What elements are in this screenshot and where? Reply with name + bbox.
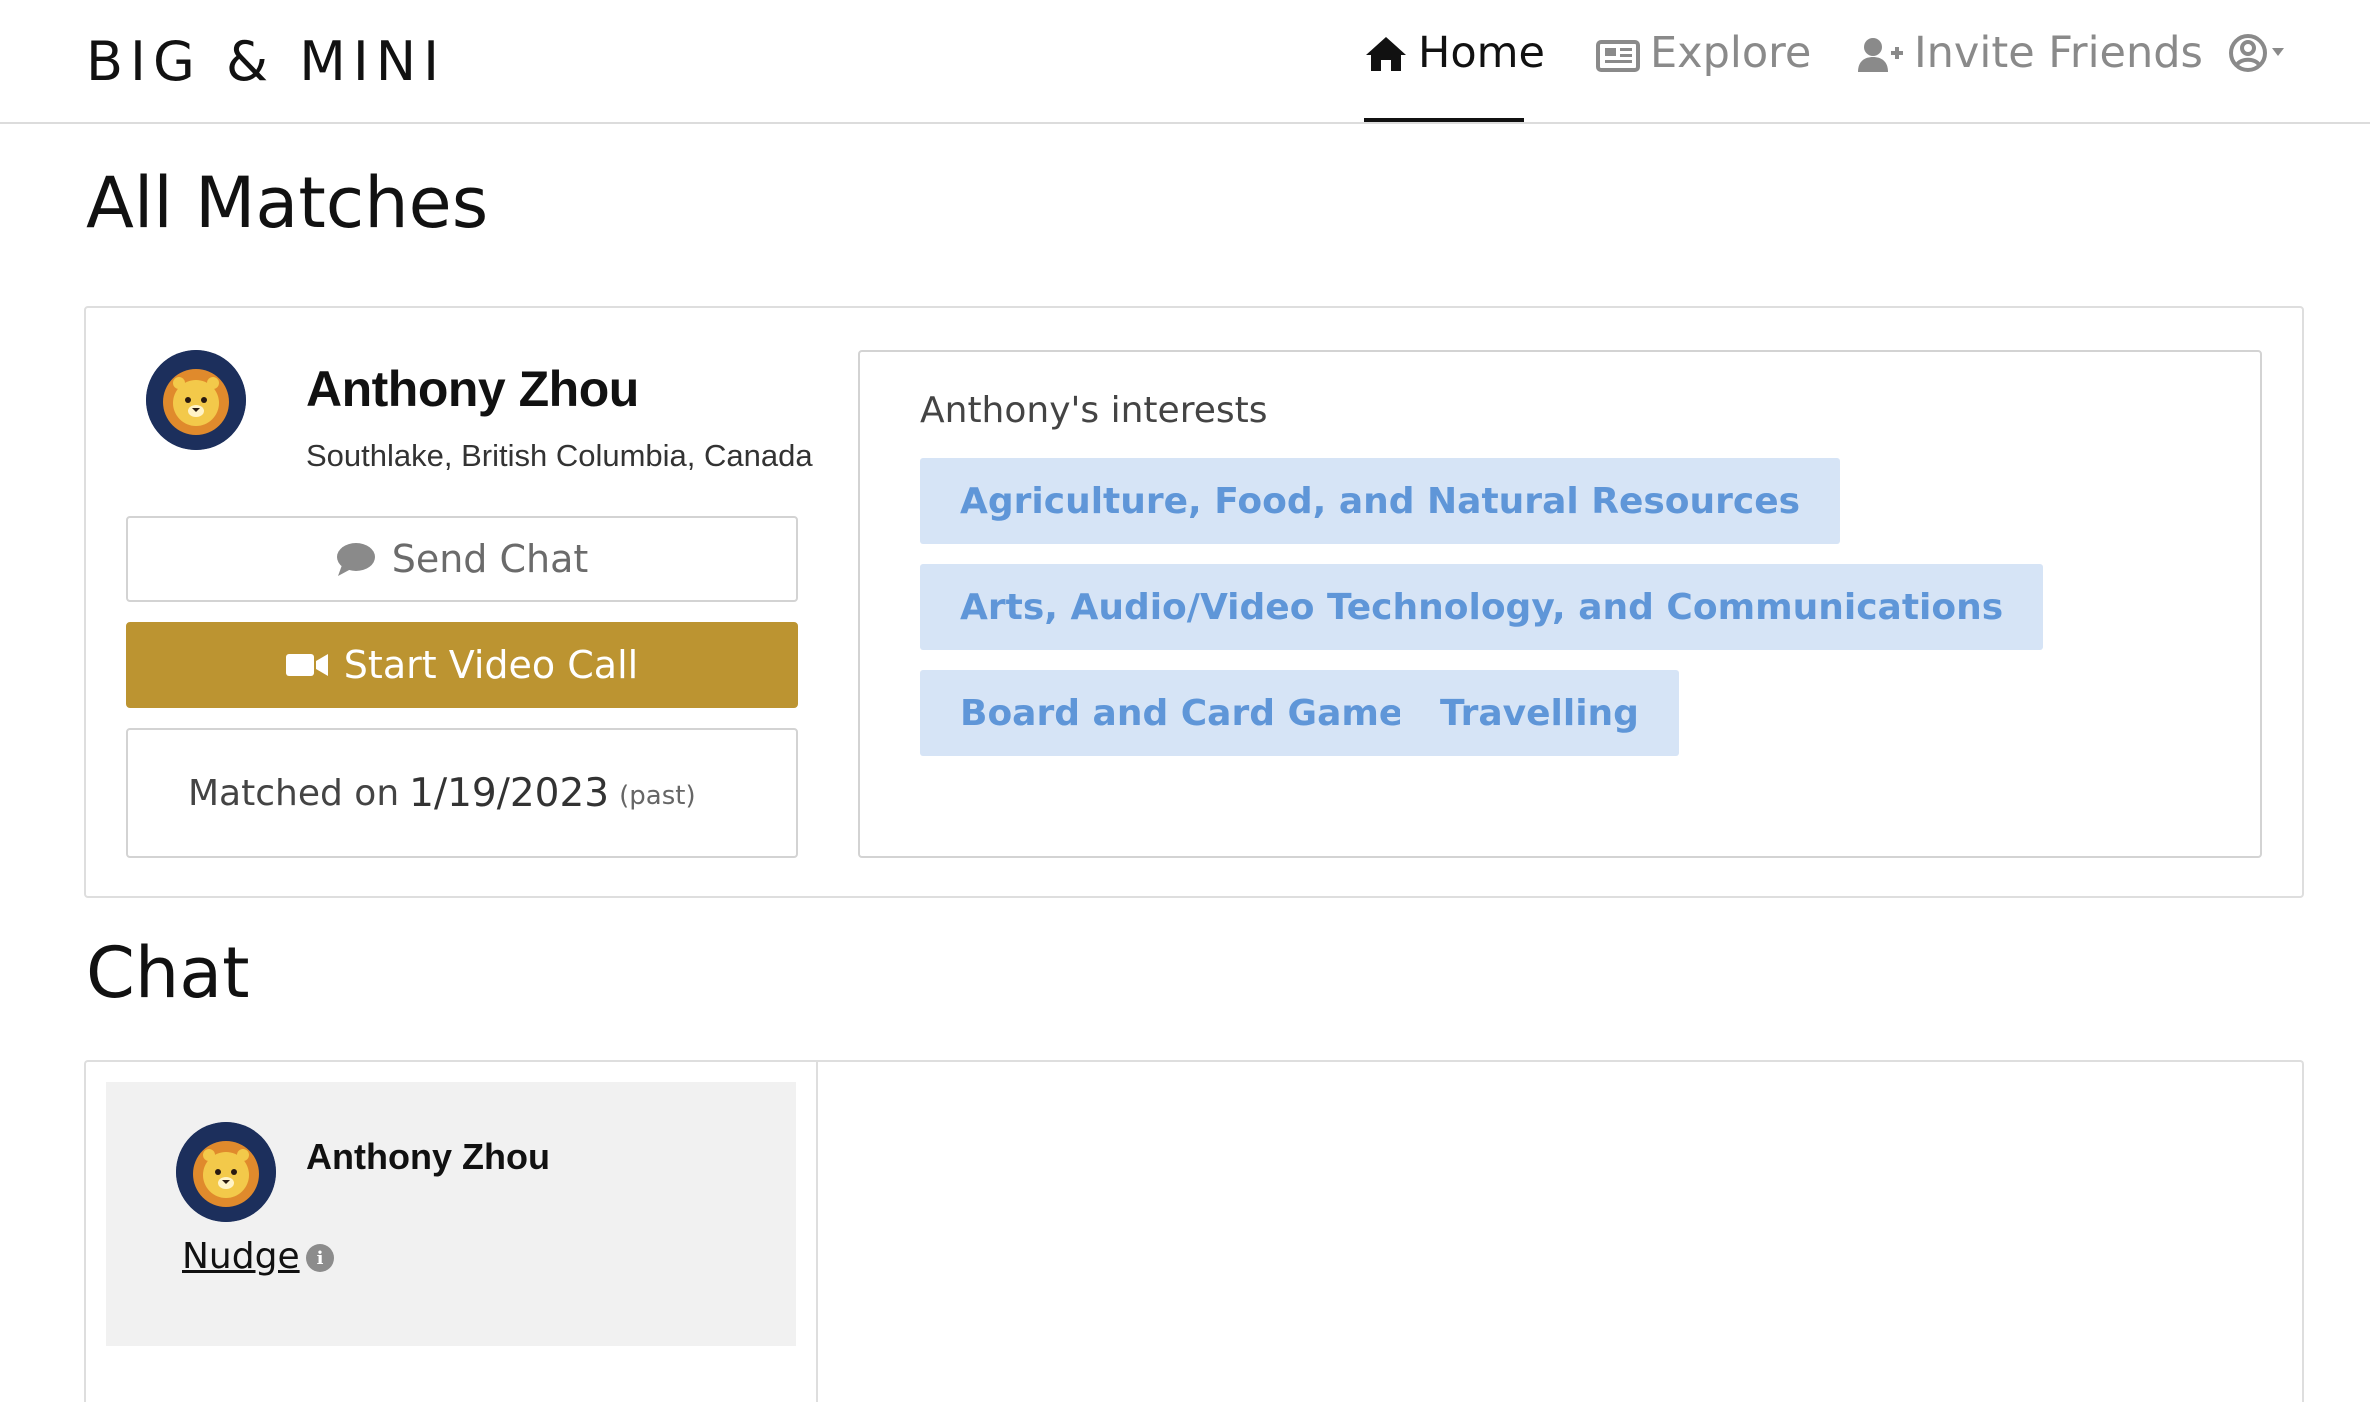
matched-date-info: Matched on 1/19/2023 (past) [126, 728, 798, 858]
chat-panel: Anthony Zhou Nudge i [84, 1060, 2304, 1402]
info-icon[interactable]: i [306, 1244, 334, 1272]
nav-home-label: Home [1418, 28, 1545, 78]
match-name[interactable]: Anthony Zhou [306, 360, 639, 418]
chat-contact-name: Anthony Zhou [306, 1136, 550, 1177]
interests-panel: Anthony's interests Agriculture, Food, a… [858, 350, 2262, 858]
chat-bubble-icon [336, 541, 376, 577]
interests-title: Anthony's interests [920, 390, 1268, 431]
user-plus-icon [1858, 34, 1904, 84]
nav-explore[interactable]: Explore [1596, 28, 1811, 122]
video-camera-icon [285, 651, 328, 679]
match-location: Southlake, British Columbia, Canada [306, 438, 813, 473]
matched-status: (past) [619, 781, 696, 811]
lion-avatar-icon [176, 1122, 276, 1222]
lion-avatar-icon [146, 350, 246, 450]
match-card: Anthony Zhou Southlake, British Columbia… [84, 306, 2304, 898]
avatar [146, 350, 246, 450]
user-circle-icon [2228, 32, 2292, 87]
video-call-label: Start Video Call [343, 643, 639, 687]
avatar [176, 1122, 276, 1222]
matched-date: 1/19/2023 [409, 770, 610, 816]
account-menu[interactable] [2228, 32, 2292, 126]
chat-contact-item[interactable]: Anthony Zhou Nudge i [106, 1082, 796, 1346]
start-video-call-button[interactable]: Start Video Call [126, 622, 798, 708]
top-navbar: BIG & MINI Home Explore Invite Friends [0, 0, 2370, 124]
newspaper-icon [1596, 34, 1640, 84]
nav-home[interactable]: Home [1364, 28, 1545, 122]
nav-invite-label: Invite Friends [1914, 28, 2203, 78]
nav-invite-friends[interactable]: Invite Friends [1858, 28, 2203, 122]
chat-divider [816, 1062, 818, 1402]
brand-logo[interactable]: BIG & MINI [86, 30, 446, 93]
interest-tag[interactable]: Travelling [1400, 670, 1679, 756]
nudge-link[interactable]: Nudge [182, 1236, 300, 1277]
nav-explore-label: Explore [1650, 28, 1812, 78]
all-matches-heading: All Matches [86, 162, 489, 244]
interest-tag[interactable]: Board and Card Games [920, 670, 1465, 756]
interest-tag[interactable]: Arts, Audio/Video Technology, and Commun… [920, 564, 2044, 650]
chat-heading: Chat [86, 932, 250, 1014]
send-chat-button[interactable]: Send Chat [126, 516, 798, 602]
send-chat-label: Send Chat [391, 537, 589, 581]
home-icon [1364, 34, 1408, 84]
interest-tag[interactable]: Agriculture, Food, and Natural Resources [920, 458, 1841, 544]
matched-prefix: Matched on [188, 772, 400, 814]
